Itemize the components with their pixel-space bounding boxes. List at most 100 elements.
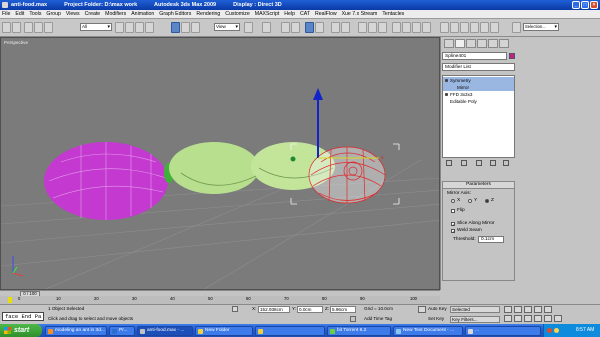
axis-z-radio[interactable] [485,199,489,203]
named-selection-field[interactable]: Selection... [523,23,559,31]
flip-checkbox[interactable] [451,209,455,213]
schematic-view-icon[interactable] [378,22,387,33]
menu-tentacles[interactable]: Tentacles [382,11,404,17]
menu-help[interactable]: Help [284,11,295,17]
time-tag-icon[interactable] [350,316,356,322]
task-blank[interactable] [255,326,325,336]
menu-modifiers[interactable]: Modifiers [105,11,126,17]
tray-icon[interactable] [554,328,559,333]
z-coordinate-field[interactable]: 5.96cm [330,306,356,313]
display-panel-icon[interactable] [488,39,498,48]
undo-icon[interactable] [2,22,11,33]
lock-selection-icon[interactable] [232,306,238,312]
set-key-button[interactable]: Set Key [428,315,444,322]
mirror-icon[interactable] [331,22,340,33]
utilities-panel-icon[interactable] [499,39,509,48]
set-key-mode-icon[interactable] [418,306,426,313]
display-tab-icon[interactable] [480,22,489,33]
zoom-icon[interactable] [504,315,512,322]
zoom-extents-icon[interactable] [524,315,532,322]
motion-panel-icon[interactable] [477,39,487,48]
rollout-title[interactable]: Parameters [443,182,514,189]
bulb-icon[interactable] [445,79,448,82]
pan-icon[interactable] [534,315,542,322]
previous-frame-icon[interactable] [514,306,522,313]
x-coordinate-field[interactable]: 152.938cm [258,306,290,313]
task-3dsmax[interactable]: anti-food.max - ... [137,326,193,336]
slice-checkbox[interactable]: ✓ [451,222,455,227]
menu-file[interactable]: File [2,11,10,17]
add-time-tag-button[interactable]: Add Time Tag [364,315,392,322]
trackbar[interactable]: 0 10 20 30 40 50 60 70 80 90 100 [0,296,440,304]
task-photoshop[interactable]: Pr... [109,326,135,336]
menu-xstream[interactable]: Xue 7.x Stream [342,11,378,17]
maximize-button[interactable]: □ [581,1,589,9]
ref-coord-dropdown[interactable]: View [214,23,240,31]
menu-rendering[interactable]: Rendering [196,11,220,17]
window-crossing-icon[interactable] [145,22,154,33]
motion-tab-icon[interactable] [470,22,479,33]
select-scale-icon[interactable] [191,22,200,33]
modifier-list-dropdown[interactable]: Modifier List [442,63,515,71]
go-to-end-icon[interactable] [544,306,552,313]
align-icon[interactable] [341,22,350,33]
key-filters-button[interactable]: Key Filters... [450,316,500,323]
stack-item-ffd[interactable]: FFD 3x3x3 [443,91,514,98]
menu-edit[interactable]: Edit [15,11,24,17]
key-mode-dropdown[interactable]: Selected [450,306,500,313]
stack-item-editable-poly[interactable]: Editable Poly [443,98,514,105]
pivot-center-icon[interactable] [244,22,253,33]
object-name-field[interactable]: Spline401 [442,52,507,60]
spinner-snap-icon[interactable] [315,22,324,33]
angle-snap-icon[interactable] [291,22,300,33]
menu-maxscript[interactable]: MAXScript [255,11,280,17]
show-end-result-icon[interactable] [461,160,467,166]
modify-tab-icon[interactable] [450,22,459,33]
menu-create[interactable]: Create [85,11,101,17]
menu-cat[interactable]: CAT [300,11,310,17]
menu-group[interactable]: Group [46,11,60,17]
weld-checkbox[interactable]: ✓ [451,229,455,234]
next-frame-icon[interactable] [534,306,542,313]
ime-toolbar[interactable]: face End Pa [2,312,44,321]
tray-icon[interactable] [547,328,552,333]
unlink-icon[interactable] [34,22,43,33]
configure-sets-icon[interactable] [503,160,509,166]
menu-customize[interactable]: Customize [225,11,250,17]
auto-key-button[interactable]: Auto Key [428,305,447,312]
bulb-icon[interactable] [445,93,448,96]
pin-stack-icon[interactable] [446,160,452,166]
layer-manager-icon[interactable] [358,22,367,33]
snap-toggle-icon[interactable] [281,22,290,33]
task-other[interactable]: ... [465,326,541,336]
render-setup-icon[interactable] [402,22,411,33]
task-new-folder[interactable]: New Folder [195,326,253,336]
menu-graph-editors[interactable]: Graph Editors [159,11,191,17]
quick-render-icon[interactable] [422,22,431,33]
redo-icon[interactable] [12,22,21,33]
task-browser[interactable]: modeling an ant in 3d... [45,326,107,336]
select-object-icon[interactable] [115,22,124,33]
menu-animation[interactable]: Animation [131,11,154,17]
rect-selection-icon[interactable] [135,22,144,33]
play-icon[interactable] [524,306,532,313]
threshold-input[interactable]: 0.1cm [478,236,504,243]
axis-x-radio[interactable] [451,199,455,203]
modify-panel-icon[interactable] [455,39,465,48]
select-move-icon[interactable] [171,22,180,33]
link-icon[interactable] [24,22,33,33]
material-editor-icon[interactable] [392,22,401,33]
curve-editor-icon[interactable] [368,22,377,33]
zoom-all-icon[interactable] [514,315,522,322]
stack-item-mirror[interactable]: Mirror [443,84,514,91]
select-by-name-icon[interactable] [125,22,134,33]
utilities-tab-icon[interactable] [490,22,499,33]
create-tab-icon[interactable] [440,22,449,33]
task-notepad[interactable]: New Text Document - ... [393,326,463,336]
select-rotate-icon[interactable] [181,22,190,33]
object-color-swatch[interactable] [509,53,515,59]
selection-filter-dropdown[interactable]: All [80,23,112,31]
select-manipulate-icon[interactable] [262,22,271,33]
clock[interactable]: 8:57 AM [576,324,594,337]
menu-views[interactable]: Views [66,11,80,17]
